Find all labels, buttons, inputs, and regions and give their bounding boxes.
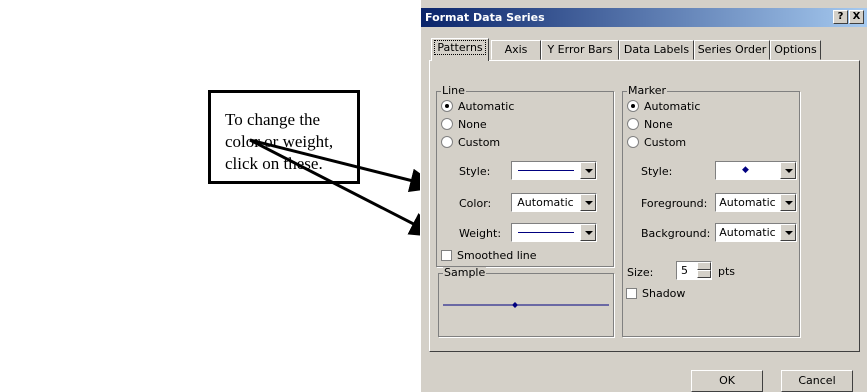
- chevron-down-icon[interactable]: [580, 194, 596, 211]
- chevron-down-icon[interactable]: [780, 162, 796, 179]
- tab-patterns[interactable]: Patterns: [431, 38, 489, 61]
- shadow-checkbox[interactable]: Shadow: [626, 287, 685, 300]
- marker-automatic-radio[interactable]: Automatic: [627, 100, 700, 113]
- checkbox-icon: [441, 250, 452, 261]
- size-label: Size:: [627, 266, 654, 279]
- tab-y-error-bars[interactable]: Y Error Bars: [541, 40, 619, 60]
- foreground-label: Foreground:: [641, 197, 708, 210]
- dialog-title: Format Data Series: [425, 11, 545, 24]
- cancel-button[interactable]: Cancel: [781, 370, 853, 392]
- radio-icon: [441, 136, 453, 148]
- line-custom-radio[interactable]: Custom: [441, 136, 500, 149]
- line-weight-preview: [518, 232, 574, 233]
- marker-group: Marker Automatic None Custom Style: ◆ Fo…: [622, 85, 800, 337]
- background-dropdown[interactable]: Automatic: [715, 223, 797, 242]
- help-button[interactable]: ?: [833, 10, 848, 24]
- marker-group-title: Marker: [627, 84, 668, 97]
- patterns-panel: Line Automatic None Custom Style: Color:…: [429, 60, 860, 352]
- instruction-callout: To change the color or weight, click on …: [208, 90, 360, 184]
- spin-up-icon[interactable]: [697, 262, 711, 270]
- line-automatic-radio[interactable]: Automatic: [441, 100, 514, 113]
- line-weight-dropdown[interactable]: [511, 223, 597, 242]
- format-data-series-dialog: Format Data Series ? X Patterns Axis Y E…: [420, 0, 867, 392]
- line-color-dropdown[interactable]: Automatic: [511, 193, 597, 212]
- radio-selected-icon: [441, 100, 453, 112]
- size-input[interactable]: 5: [676, 261, 712, 280]
- close-button[interactable]: X: [849, 10, 864, 24]
- checkbox-icon: [626, 288, 637, 299]
- sample-group: Sample: [438, 267, 614, 337]
- foreground-value: Automatic: [719, 196, 776, 209]
- line-group: Line Automatic None Custom Style: Color:…: [436, 85, 614, 267]
- line-group-title: Line: [441, 84, 466, 97]
- line-none-radio[interactable]: None: [441, 118, 487, 131]
- smoothed-line-checkbox[interactable]: Smoothed line: [441, 249, 537, 262]
- diamond-marker-icon: [512, 302, 518, 308]
- size-unit-label: pts: [718, 265, 736, 278]
- diamond-marker-icon: ◆: [742, 165, 749, 175]
- chevron-down-icon[interactable]: [780, 224, 796, 241]
- radio-icon: [441, 118, 453, 130]
- chevron-down-icon[interactable]: [580, 162, 596, 179]
- ok-button[interactable]: OK: [691, 370, 763, 392]
- radio-icon: [627, 118, 639, 130]
- sample-preview: [443, 302, 609, 308]
- tab-series-order[interactable]: Series Order: [694, 40, 770, 60]
- spin-down-icon[interactable]: [697, 270, 711, 278]
- help-icon: ?: [837, 11, 844, 22]
- marker-none-radio[interactable]: None: [627, 118, 673, 131]
- background-label: Background:: [641, 227, 711, 240]
- line-weight-label: Weight:: [459, 227, 502, 240]
- line-color-value: Automatic: [517, 196, 574, 209]
- line-color-label: Color:: [459, 197, 492, 210]
- tab-options[interactable]: Options: [770, 40, 821, 60]
- line-style-label: Style:: [459, 165, 491, 178]
- close-icon: X: [852, 11, 861, 22]
- radio-selected-icon: [627, 100, 639, 112]
- marker-style-label: Style:: [641, 165, 673, 178]
- marker-style-dropdown[interactable]: ◆: [715, 161, 797, 180]
- callout-text: To change the color or weight, click on …: [225, 110, 334, 173]
- foreground-dropdown[interactable]: Automatic: [715, 193, 797, 212]
- radio-icon: [627, 136, 639, 148]
- marker-custom-radio[interactable]: Custom: [627, 136, 686, 149]
- chevron-down-icon[interactable]: [580, 224, 596, 241]
- tab-axis[interactable]: Axis: [491, 40, 541, 60]
- background-value: Automatic: [719, 226, 776, 239]
- dialog-title-bar: Format Data Series: [421, 8, 867, 27]
- tab-data-labels[interactable]: Data Labels: [619, 40, 694, 60]
- line-style-preview: [518, 170, 574, 171]
- chevron-down-icon[interactable]: [780, 194, 796, 211]
- line-style-dropdown[interactable]: [511, 161, 597, 180]
